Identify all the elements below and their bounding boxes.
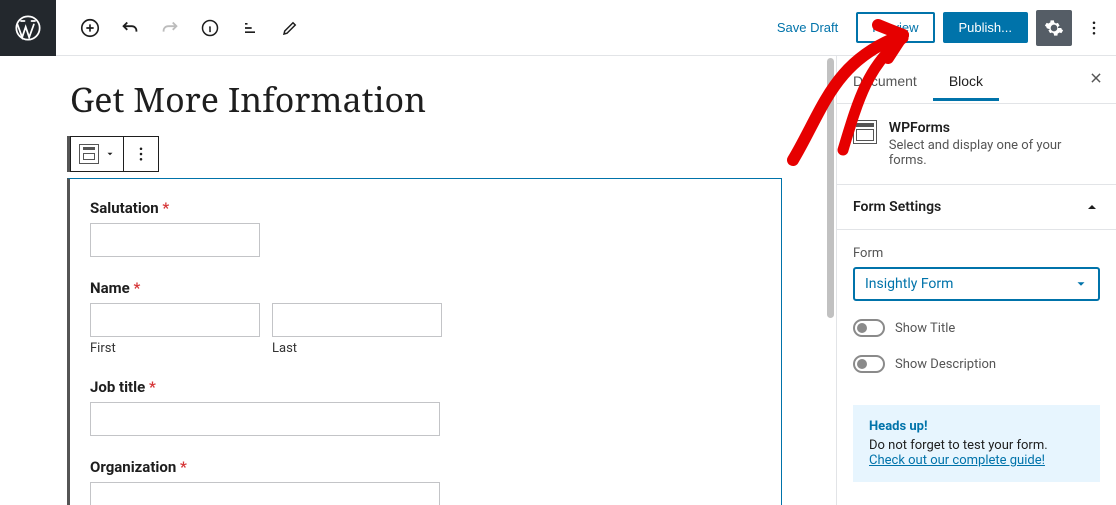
first-name-sublabel: First xyxy=(90,341,260,356)
show-description-label: Show Description xyxy=(895,357,996,372)
wpforms-icon xyxy=(79,144,99,164)
block-more-button[interactable] xyxy=(123,136,159,172)
chevron-up-icon xyxy=(1084,199,1100,215)
redo-icon xyxy=(159,17,181,39)
block-toolbar xyxy=(67,136,836,172)
list-icon xyxy=(240,18,260,38)
redo-button[interactable] xyxy=(152,10,188,46)
heads-up-notice: Heads up! Do not forget to test your for… xyxy=(853,405,1100,482)
block-type-button[interactable] xyxy=(70,136,124,172)
notice-text: Do not forget to test your form. xyxy=(869,438,1048,453)
show-title-label: Show Title xyxy=(895,321,955,336)
chevron-down-icon xyxy=(105,149,115,159)
wpforms-block[interactable]: Salutation * Name * First Last Job xyxy=(67,178,782,505)
job-title-input[interactable] xyxy=(90,402,440,436)
dots-vertical-icon xyxy=(132,145,150,163)
add-block-button[interactable] xyxy=(72,10,108,46)
salutation-label: Salutation * xyxy=(90,199,761,217)
gear-icon xyxy=(1044,18,1064,38)
dots-vertical-icon xyxy=(1085,19,1103,37)
page-title[interactable]: Get More Information xyxy=(70,76,836,122)
first-name-input[interactable] xyxy=(90,303,260,337)
outline-button[interactable] xyxy=(232,10,268,46)
toolbar-left xyxy=(56,10,308,46)
wordpress-icon xyxy=(14,14,42,42)
notice-link[interactable]: Check out our complete guide! xyxy=(869,453,1045,468)
settings-sidebar: Document Block WPForms Select and displa… xyxy=(836,56,1116,505)
save-draft-button[interactable]: Save Draft xyxy=(767,12,848,43)
publish-button[interactable]: Publish... xyxy=(943,12,1028,43)
form-select-label: Form xyxy=(853,246,1100,261)
scrollbar[interactable] xyxy=(827,58,834,318)
organization-label: Organization * xyxy=(90,458,761,476)
last-name-sublabel: Last xyxy=(272,341,442,356)
plus-circle-icon xyxy=(79,17,101,39)
undo-button[interactable] xyxy=(112,10,148,46)
undo-icon xyxy=(119,17,141,39)
name-label: Name * xyxy=(90,279,761,297)
close-icon xyxy=(1089,71,1103,85)
editor-area: Get More Information Salutation * Name * xyxy=(0,56,836,505)
notice-heading: Heads up! xyxy=(869,419,1084,434)
more-options-button[interactable] xyxy=(1080,10,1108,46)
close-sidebar-button[interactable] xyxy=(1076,69,1116,90)
editor-topbar: Save Draft Preview Publish... xyxy=(0,0,1116,56)
salutation-input[interactable] xyxy=(90,223,260,257)
wpforms-icon xyxy=(853,120,877,144)
form-select[interactable]: Insightly Form xyxy=(853,267,1100,301)
pencil-icon xyxy=(281,19,299,37)
chevron-down-icon xyxy=(1074,277,1088,291)
block-card: WPForms Select and display one of your f… xyxy=(837,104,1116,185)
tab-document[interactable]: Document xyxy=(837,59,933,101)
info-icon xyxy=(200,18,220,38)
settings-button[interactable] xyxy=(1036,10,1072,46)
toolbar-right: Save Draft Preview Publish... xyxy=(767,10,1108,46)
tab-block[interactable]: Block xyxy=(933,59,999,101)
show-description-toggle[interactable] xyxy=(853,355,885,373)
organization-input[interactable] xyxy=(90,482,440,505)
block-card-title: WPForms xyxy=(889,120,1100,136)
show-title-toggle[interactable] xyxy=(853,319,885,337)
preview-button[interactable]: Preview xyxy=(856,12,934,43)
form-settings-toggle[interactable]: Form Settings xyxy=(837,185,1116,230)
wp-logo[interactable] xyxy=(0,0,56,56)
job-title-label: Job title * xyxy=(90,378,761,396)
last-name-input[interactable] xyxy=(272,303,442,337)
block-card-desc: Select and display one of your forms. xyxy=(889,138,1100,168)
edit-button[interactable] xyxy=(272,10,308,46)
info-button[interactable] xyxy=(192,10,228,46)
